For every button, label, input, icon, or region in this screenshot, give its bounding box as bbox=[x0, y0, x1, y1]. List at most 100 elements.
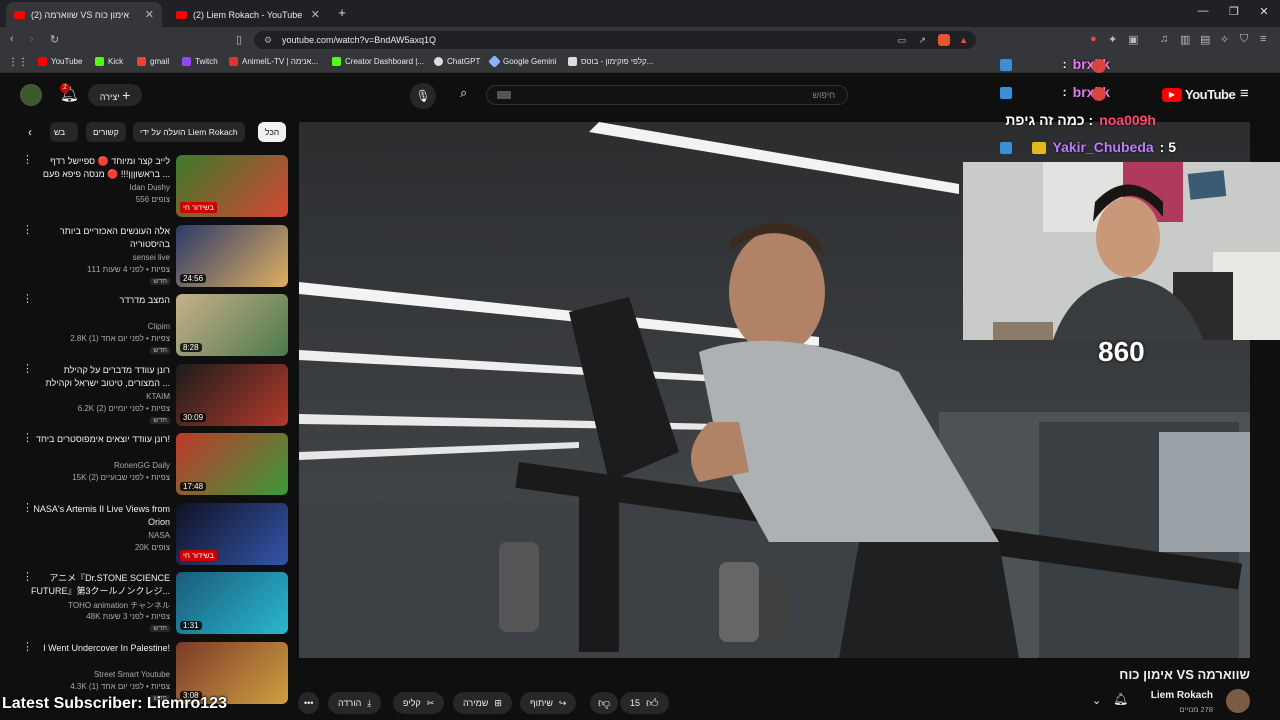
more-actions-button[interactable]: ••• bbox=[298, 692, 320, 714]
rec-meta: 20K צופים bbox=[134, 542, 170, 552]
list-item[interactable]: ⋮ לייב קצר ומיוחד 🔴 ספיישל רדף בראשוןןן!!… bbox=[16, 155, 288, 219]
chip-related[interactable]: קשורים bbox=[86, 122, 126, 142]
window-close-icon[interactable]: ✕ bbox=[1256, 5, 1272, 18]
plus-icon: + bbox=[122, 87, 131, 103]
bookmark-kick[interactable]: Kick bbox=[95, 57, 123, 66]
share-page-icon[interactable]: ↗ bbox=[918, 31, 926, 49]
close-tab-icon[interactable]: ✕ bbox=[311, 8, 320, 21]
pokemon-icon bbox=[568, 57, 577, 66]
share-button[interactable]: שיתוף ↪ bbox=[520, 692, 577, 714]
rec-thumbnail[interactable]: 30:09 bbox=[176, 363, 288, 426]
chat-message: noa009h : כמה זה גיפת bbox=[1005, 112, 1156, 128]
list-item[interactable]: ⋮ אלה העונשים האכזריים ביותר בהיסטוריה sen… bbox=[16, 224, 288, 289]
wallet-icon[interactable]: ▤ bbox=[1200, 33, 1210, 46]
channel-name[interactable]: Liem Rokach bbox=[1151, 690, 1213, 701]
kick-icon bbox=[95, 57, 104, 66]
menu-icon[interactable]: ≡ bbox=[1260, 33, 1266, 45]
url-field[interactable]: ⚙ youtube.com/watch?v=BndAW5axq1Q ▭ ↗ ▲ bbox=[254, 31, 976, 49]
chat-username: Yakir_Chubeda bbox=[1052, 139, 1154, 155]
extensions-icon[interactable]: ✦ bbox=[1108, 33, 1117, 46]
animeil-icon bbox=[229, 57, 238, 66]
bookmark-creator-dashboard[interactable]: Creator Dashboard |... bbox=[332, 57, 424, 66]
close-tab-icon[interactable]: ✕ bbox=[145, 8, 154, 21]
rec-thumbnail[interactable]: 1:31 bbox=[176, 572, 288, 634]
list-item[interactable]: ⋮ רונן עוודד מדברים על קהילת המצורים, טיט… bbox=[16, 363, 288, 428]
subscribed-bell-icon[interactable]: 🔔︎ bbox=[1113, 692, 1128, 706]
badge-icon bbox=[1000, 59, 1012, 71]
list-item[interactable]: ⋮ アニメ『Dr.STONE SCIENCE FUTURE』第3クールノンクレジ.… bbox=[16, 572, 288, 636]
rec-thumbnail[interactable]: בשידור חי bbox=[176, 155, 288, 217]
chips-prev-icon[interactable]: ‹ bbox=[28, 125, 32, 139]
bookmark-twitch[interactable]: Twitch bbox=[182, 57, 218, 66]
list-item[interactable]: ⋮ רונן עוודד יוצאים אימפוסטרים ביחד! Ronen… bbox=[16, 433, 288, 497]
new-tab-icon[interactable]: + bbox=[334, 5, 350, 20]
rec-title: המצב מדרדר bbox=[119, 295, 170, 305]
download-button[interactable]: הורדה ⤓ bbox=[328, 692, 382, 714]
new-badge: חדש bbox=[150, 416, 170, 424]
sidebar-icon[interactable]: ▥ bbox=[1180, 33, 1190, 46]
search-input[interactable]: חיפוש bbox=[486, 85, 848, 105]
cast-icon[interactable]: ▭ bbox=[897, 31, 906, 49]
tab-inactive[interactable]: (2) Liem Rokach - YouTube ✕ bbox=[168, 2, 328, 27]
youtube-icon bbox=[38, 57, 47, 66]
vpn-icon[interactable]: ⛉ bbox=[1240, 33, 1248, 46]
rec-meta: 2.8K צפיות • לפני יום אחד (1) bbox=[70, 334, 170, 343]
creator-dashboard-icon bbox=[332, 57, 341, 66]
rec-title: I Went Undercover In Palestine! bbox=[43, 642, 170, 653]
reload-icon[interactable]: ↻ bbox=[50, 33, 59, 46]
bookmark-gmail[interactable]: gmail bbox=[137, 57, 169, 66]
rec-thumbnail[interactable]: 17:48 bbox=[176, 433, 288, 495]
thumb-down-icon: 👎︎ bbox=[598, 696, 611, 710]
rec-thumbnail[interactable]: 8:28 bbox=[176, 294, 288, 356]
music-icon[interactable]: ♫ bbox=[1160, 33, 1168, 45]
channel-avatar[interactable] bbox=[1226, 689, 1250, 713]
bookmark-icon[interactable]: ▯ bbox=[236, 33, 242, 46]
create-button[interactable]: יצירה + bbox=[88, 84, 142, 106]
record-icon[interactable]: ● bbox=[1090, 33, 1097, 45]
chip-uploaded-by[interactable]: הועלה על ידי Liem Rokach bbox=[133, 122, 245, 142]
forward-icon[interactable]: › bbox=[30, 33, 34, 45]
chip-more[interactable]: בש bbox=[50, 122, 78, 142]
rec-channel: RonenGG Daily bbox=[113, 461, 170, 470]
download-icon: ⤓ bbox=[367, 698, 372, 708]
rec-thumbnail[interactable]: בשידור חי bbox=[176, 502, 288, 565]
bookmark-youtube[interactable]: YouTube bbox=[38, 57, 82, 66]
webcam-frame bbox=[963, 162, 1280, 340]
bookmark-gemini[interactable]: Google Gemini bbox=[488, 55, 556, 68]
bookmark-pokemon[interactable]: קלפי פוקימון - בוטס... bbox=[568, 57, 653, 66]
rewards-icon[interactable]: ▲ bbox=[959, 31, 968, 49]
keyboard-icon[interactable] bbox=[497, 91, 511, 99]
screenshot-icon[interactable]: ▣ bbox=[1128, 33, 1138, 46]
maximize-icon[interactable]: ❐ bbox=[1226, 5, 1242, 18]
save-label: שמירה bbox=[463, 698, 489, 708]
back-icon[interactable]: ‹ bbox=[10, 33, 14, 45]
minimize-icon[interactable]: — bbox=[1195, 5, 1211, 17]
bookmark-chatgpt[interactable]: ChatGPT bbox=[434, 57, 480, 66]
site-info-icon[interactable]: ⚙ bbox=[264, 31, 272, 49]
more-icon: ••• bbox=[304, 698, 314, 708]
ai-icon[interactable]: ✧ bbox=[1220, 33, 1229, 46]
save-button[interactable]: שמירה ⊞ bbox=[453, 692, 512, 714]
brave-shield-icon[interactable] bbox=[938, 34, 950, 46]
subscriber-count: 278 מנויים bbox=[1179, 705, 1213, 714]
list-item[interactable]: ⋮ המצב מדרדר Clipim 2.8K צפיות • לפני יום א… bbox=[16, 294, 288, 358]
live-badge: בשידור חי bbox=[180, 549, 217, 561]
mic-icon[interactable]: 🎙︎ bbox=[410, 83, 436, 109]
like-button[interactable]: 15 👍︎ bbox=[620, 692, 669, 714]
chip-all[interactable]: הכל bbox=[258, 122, 287, 142]
subscribed-chevron-icon[interactable]: ⌄ bbox=[1092, 694, 1101, 707]
list-item[interactable]: ⋮ NASA's Artemis II Live Views from Orion… bbox=[16, 502, 288, 567]
rec-thumbnail[interactable]: 24:56 bbox=[176, 224, 288, 287]
clip-button[interactable]: קליפ ✂ bbox=[393, 692, 445, 714]
tab-active[interactable]: (2) שווארמה VS אימון כוח ✕ bbox=[6, 2, 162, 27]
new-badge: חדש bbox=[150, 347, 170, 354]
search-icon[interactable]: ⌕ bbox=[460, 85, 467, 101]
bookmark-animeil[interactable]: AnimeIL-TV | אנימה... bbox=[229, 57, 318, 66]
latest-subscriber-overlay: Latest Subscriber: Liemro123 bbox=[2, 695, 227, 712]
url-text: youtube.com/watch?v=BndAW5axq1Q bbox=[282, 35, 437, 45]
chat-msg-text: : bbox=[1062, 85, 1067, 99]
apps-icon[interactable]: ⋮⋮ bbox=[8, 57, 28, 68]
dislike-button[interactable]: 👎︎ bbox=[590, 692, 619, 714]
avatar[interactable] bbox=[20, 84, 42, 106]
rec-channel: Idan Dushy bbox=[129, 183, 170, 192]
